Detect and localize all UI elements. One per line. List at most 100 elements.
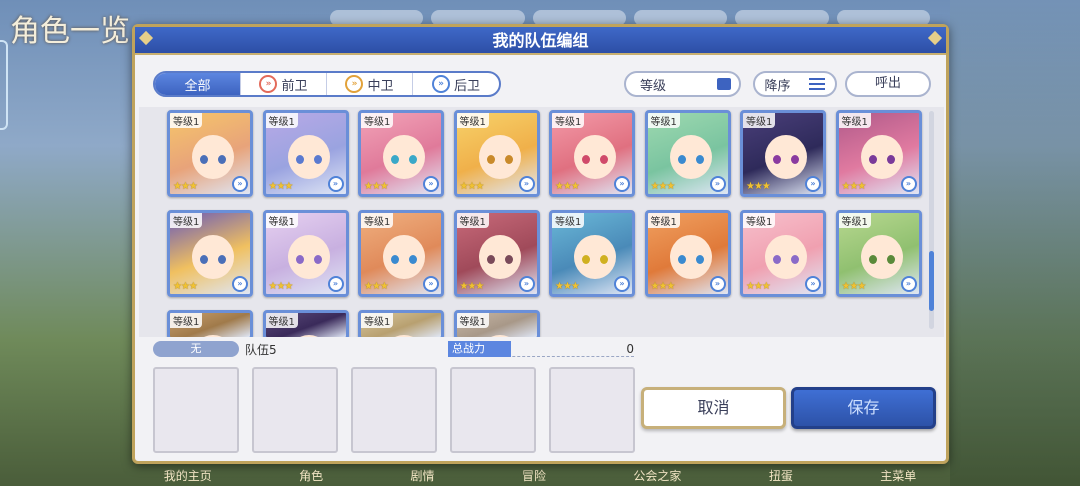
team-slots	[153, 367, 635, 453]
character-level: 等级1	[265, 213, 298, 228]
character-portrait	[383, 235, 425, 279]
team-edit-dialog: 我的队伍编组 全部 » 前卫 » 中卫 » 后卫 等级 降序 呼出 等级1 ★★★» 等级…	[132, 24, 949, 464]
position-icon: »	[900, 176, 917, 192]
character-level: 等级1	[647, 113, 680, 128]
character-card[interactable]: 等级1 ★★★ »	[835, 210, 922, 297]
call-button[interactable]: 呼出	[845, 71, 931, 97]
portrait-eye	[486, 155, 495, 164]
character-level: 等级1	[265, 313, 298, 328]
filter-all-label: 全部	[184, 78, 211, 94]
portrait-eye	[791, 155, 799, 164]
sort-window-icon	[717, 78, 731, 90]
position-icon: »	[709, 276, 726, 292]
nav-gacha[interactable]: 扭蛋	[769, 467, 793, 484]
character-card[interactable]: 等级1 ★★★ »	[167, 110, 253, 197]
position-icon: »	[805, 176, 821, 192]
side-frame	[0, 40, 8, 130]
order-label: 降序	[764, 78, 791, 94]
star-rating: ★★★	[459, 181, 485, 192]
character-portrait	[860, 135, 903, 179]
descending-icon	[809, 78, 826, 90]
nav-story[interactable]: 剧情	[411, 467, 435, 484]
character-card[interactable]: 等级1 ★★★ »	[167, 210, 253, 297]
star-rating: ★★★	[173, 181, 198, 192]
save-button[interactable]: 保存	[791, 387, 936, 429]
scrollbar[interactable]	[929, 111, 934, 329]
character-portrait	[669, 135, 712, 179]
character-level: 等级1	[456, 213, 489, 228]
portrait-eye	[868, 155, 877, 164]
character-level: 等级1	[552, 113, 585, 128]
character-list[interactable]: 等级1 ★★★ » 等级1 ★★★ » 等级1 ★★★ » 等级1 ★★★ » 等级1 ★★★ » 等级1 ★★…	[139, 107, 944, 337]
team-slot[interactable]	[549, 367, 635, 453]
character-card[interactable]: 等级1 ★★★ »	[740, 210, 826, 297]
portrait-eye	[600, 155, 608, 164]
portrait-eye	[200, 255, 208, 264]
filter-middle[interactable]: » 中卫	[327, 73, 413, 95]
nav-home[interactable]: 我的主页	[164, 467, 212, 484]
portrait-eye	[600, 255, 608, 264]
character-card[interactable]: 等级1 ★★★ »	[358, 210, 444, 297]
character-card[interactable]: 等级1 ★★★ »	[644, 210, 731, 297]
character-card[interactable]: 等级1	[358, 310, 444, 337]
character-card[interactable]: 等级1 ★★★ »	[453, 110, 540, 197]
character-level: 等级1	[170, 213, 203, 228]
character-portrait	[192, 235, 234, 279]
position-icon: »	[518, 176, 535, 192]
character-portrait	[669, 235, 712, 279]
position-icon: »	[614, 276, 630, 292]
character-card[interactable]: 等级1 ★★★ »	[835, 110, 922, 197]
character-card[interactable]: 等级1 ★★★ »	[262, 210, 349, 297]
character-portrait	[478, 335, 521, 337]
portrait-eye	[886, 155, 895, 164]
character-level: 等级1	[838, 213, 871, 228]
background-side	[950, 0, 1080, 486]
total-power-label: 总战力	[448, 340, 511, 357]
team-slot[interactable]	[351, 367, 437, 453]
portrait-eye	[886, 255, 895, 264]
character-card[interactable]: 等级1	[262, 310, 349, 337]
star-rating: ★★★	[841, 281, 867, 292]
nav-characters[interactable]: 角色	[299, 467, 323, 484]
star-rating: ★★★	[650, 181, 676, 192]
portrait-eye	[313, 255, 322, 264]
character-card[interactable]: 等级1 ★★★ »	[740, 110, 826, 197]
nav-guild-house[interactable]: 公会之家	[633, 467, 681, 484]
position-icon: »	[518, 276, 535, 292]
star-rating: ★★★	[555, 281, 580, 292]
team-slot[interactable]	[252, 367, 338, 453]
portrait-eye	[200, 155, 208, 164]
front-position-icon: »	[259, 75, 278, 93]
position-filter: 全部 » 前卫 » 中卫 » 后卫	[153, 71, 501, 97]
order-toggle-button[interactable]: 降序	[753, 71, 837, 97]
character-card[interactable]: 等级1 ★★★ »	[644, 110, 731, 197]
filter-all[interactable]: 全部	[155, 73, 241, 95]
character-card[interactable]: 等级1 ★★★ »	[549, 210, 635, 297]
character-level: 等级1	[361, 113, 394, 128]
position-icon: »	[900, 276, 917, 292]
team-slot[interactable]	[450, 367, 536, 453]
character-card[interactable]: 等级1 ★★★ »	[453, 210, 540, 297]
character-card[interactable]: 等级1 ★★★ »	[549, 110, 635, 197]
character-card[interactable]: 等级1 ★★★ »	[262, 110, 349, 197]
nav-menu[interactable]: 主菜单	[880, 467, 916, 484]
portrait-eye	[313, 155, 322, 164]
character-portrait	[192, 335, 234, 337]
filter-front[interactable]: » 前卫	[241, 73, 327, 95]
dialog-title: 我的队伍编组	[135, 27, 946, 55]
scrollbar-thumb[interactable]	[929, 251, 934, 311]
sort-select[interactable]: 等级	[624, 71, 741, 97]
character-portrait	[478, 135, 521, 179]
portrait-eye	[391, 255, 399, 264]
star-rating: ★★★	[173, 281, 198, 292]
filter-back[interactable]: » 后卫	[413, 73, 499, 95]
team-slot[interactable]	[153, 367, 239, 453]
character-card[interactable]: 等级1	[167, 310, 253, 337]
nav-quest[interactable]: 冒险	[522, 467, 546, 484]
character-card[interactable]: 等级1	[453, 310, 540, 337]
total-power-value: 0	[626, 341, 634, 356]
character-card[interactable]: 等级1 ★★★ »	[358, 110, 444, 197]
star-rating: ★★★	[746, 281, 771, 292]
cancel-button[interactable]: 取消	[641, 387, 786, 429]
portrait-eye	[218, 255, 226, 264]
